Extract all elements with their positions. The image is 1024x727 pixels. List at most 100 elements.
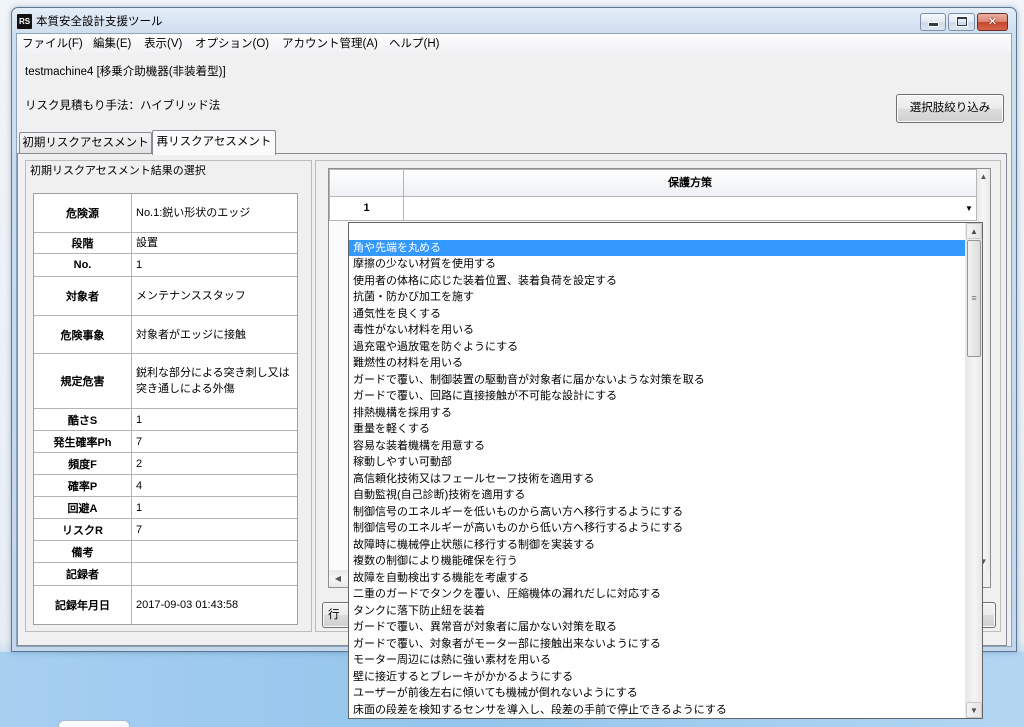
initial-assessment-title: 初期リスクアセスメント結果の選択 xyxy=(30,165,206,177)
dropdown-option[interactable]: 稼動しやすい可動部 xyxy=(349,454,965,471)
dropdown-option[interactable]: 高信頼化技術又はフェールセーフ技術を適用する xyxy=(349,471,965,488)
risk-field-value: 対象者がエッジに接触 xyxy=(136,328,246,341)
dropdown-option[interactable]: 故障を自動検出する機能を考慮する xyxy=(349,570,965,587)
dropdown-option[interactable]: 過充電や過放電を防ぐようにする xyxy=(349,339,965,356)
dropdown-option[interactable]: ガードで覆い、制御装置の駆動音が対象者に届かないような対策を取る xyxy=(349,372,965,389)
risk-field-label: 確率P xyxy=(34,475,132,496)
risk-table-row: 酷さS 1 xyxy=(34,409,297,431)
risk-field-label: 頻度F xyxy=(34,453,132,474)
window-title: 本質安全設計支援ツール xyxy=(36,16,163,28)
scroll-down-arrow-icon[interactable]: ▼ xyxy=(966,702,982,718)
dropdown-option[interactable]: 抗菌・防かび加工を施す xyxy=(349,289,965,306)
grid-row-header[interactable]: 1 xyxy=(329,196,404,221)
menu-bar: ファイル(F) 編集(E) 表示(V) オプション(O) アカウント管理(A) … xyxy=(17,34,1011,53)
risk-field-value: 1 xyxy=(136,501,143,514)
scroll-up-arrow-icon[interactable]: ▲ xyxy=(966,223,982,239)
minimize-icon xyxy=(929,23,938,26)
app-logo-icon: RS xyxy=(17,14,32,29)
menu-options[interactable]: オプション(O) xyxy=(195,37,269,51)
risk-field-value: 2 xyxy=(136,457,143,470)
risk-field-value: No.1:鋭い形状のエッジ xyxy=(136,207,251,219)
initial-assessment-panel: 初期リスクアセスメント結果の選択 危険源 No.1:鋭い形状のエッジ 段階 設置 No.… xyxy=(25,160,312,632)
risk-field-value xyxy=(132,563,297,585)
risk-table-row: 記録年月日 2017-09-03 01:43:58 xyxy=(34,586,297,624)
dropdown-option[interactable]: 二重のガードでタンクを覆い、圧縮機体の漏れだしに対応する xyxy=(349,586,965,603)
dropdown-option[interactable]: 自動監視(自己診断)技術を適用する xyxy=(349,487,965,504)
dropdown-option[interactable]: 床面の段差を検知するセンサを導入し、段差の手前で停止できるようにする xyxy=(349,702,965,719)
machine-label: testmachine4 [移乗介助機器(非装着型)] xyxy=(25,66,226,78)
dropdown-option[interactable]: ガードで覆い、回路に直接接触が不可能な設計にする xyxy=(349,388,965,405)
risk-field-label: 危険事象 xyxy=(34,316,132,353)
risk-table-row: 確率P 4 xyxy=(34,475,297,497)
risk-table-row: 対象者 メンテナンススタッフ xyxy=(34,277,297,316)
risk-table-row: 発生確率Ph 7 xyxy=(34,431,297,453)
dropdown-scrollbar[interactable]: ▲ ≡ ▼ xyxy=(965,223,982,718)
risk-field-value: 1 xyxy=(136,259,143,271)
dropdown-option[interactable]: 故障時に機械停止状態に移行する制御を実装する xyxy=(349,537,965,554)
menu-view[interactable]: 表示(V) xyxy=(144,37,182,51)
close-icon: ✕ xyxy=(987,16,998,28)
dropdown-option[interactable]: 使用者の体格に応じた装着位置、装着負荷を設定する xyxy=(349,273,965,290)
risk-details-table: 危険源 No.1:鋭い形状のエッジ 段階 設置 No. 1 対象者 メンテナンススタッフ 危険事… xyxy=(33,193,298,625)
risk-field-label: 対象者 xyxy=(34,277,132,315)
tab-initial-assessment[interactable]: 初期リスクアセスメント xyxy=(19,132,152,154)
risk-field-label: 酷さS xyxy=(34,409,132,430)
grid-column-header[interactable]: 保護方策 xyxy=(403,169,977,197)
risk-field-value: 7 xyxy=(136,435,143,448)
risk-table-row: 危険事象 対象者がエッジに接触 xyxy=(34,316,297,354)
dropdown-option[interactable]: ガードで覆い、異常音が対象者に届かない対策を取る xyxy=(349,619,965,636)
dropdown-option[interactable]: 容易な装着機構を用意する xyxy=(349,438,965,455)
dropdown-option[interactable]: 角や先端を丸める xyxy=(349,239,965,256)
dropdown-option[interactable]: 排熱機構を採用する xyxy=(349,405,965,422)
menu-edit[interactable]: 編集(E) xyxy=(93,37,131,51)
risk-table-row: 記録者 xyxy=(34,563,297,586)
chevron-down-icon[interactable]: ▼ xyxy=(962,200,976,217)
risk-field-label: No. xyxy=(34,254,132,276)
measure-dropdown-list[interactable]: 角や先端を丸める 摩擦の少ない材質を使用する 使用者の体格に応じた装着位置、装着負荷… xyxy=(348,222,983,719)
menu-file[interactable]: ファイル(F) xyxy=(22,37,83,51)
dropdown-option[interactable]: 重量を軽くする xyxy=(349,421,965,438)
dropdown-option[interactable]: タンクに落下防止紐を装着 xyxy=(349,603,965,620)
risk-field-value: 1 xyxy=(136,413,143,426)
dropdown-option[interactable]: 複数の制御により機能確保を行う xyxy=(349,553,965,570)
dropdown-option[interactable]: 制御信号のエネルギーを低いものから高い方へ移行するようにする xyxy=(349,504,965,521)
dropdown-option[interactable]: 毒性がない材料を用いる xyxy=(349,322,965,339)
risk-field-label: 規定危害 xyxy=(34,354,132,408)
risk-field-label: 記録者 xyxy=(34,563,132,585)
dropdown-option-empty[interactable] xyxy=(349,223,965,240)
scroll-left-arrow-icon[interactable]: ◀ xyxy=(331,570,345,587)
measure-combobox[interactable]: ▼ xyxy=(403,196,977,221)
scroll-up-arrow-icon[interactable]: ▲ xyxy=(977,169,990,185)
dropdown-option[interactable]: 難燃性の材料を用いる xyxy=(349,355,965,372)
menu-account[interactable]: アカウント管理(A) xyxy=(282,37,378,51)
dropdown-option[interactable]: ガードで覆い、対象者がモーター部に接触出来ないようにする xyxy=(349,636,965,653)
dropdown-option[interactable]: 壁に接近するとブレーキがかかるようにする xyxy=(349,669,965,686)
dropdown-option[interactable]: 摩擦の少ない材質を使用する xyxy=(349,256,965,273)
menu-help[interactable]: ヘルプ(H) xyxy=(389,37,439,51)
risk-field-value xyxy=(132,541,297,562)
risk-table-row: 回避A 1 xyxy=(34,497,297,519)
risk-field-value: 鋭利な部分による突き刺し又は突き通しによる外傷 xyxy=(136,367,290,395)
grid-corner-header xyxy=(329,169,404,197)
maximize-button[interactable] xyxy=(948,13,975,31)
dropdown-option[interactable]: ユーザーが前後左右に傾いても機械が倒れないようにする xyxy=(349,685,965,702)
tab-reassessment[interactable]: 再リスクアセスメント xyxy=(152,130,276,155)
dropdown-option[interactable]: 通気性を良くする xyxy=(349,306,965,323)
minimize-button[interactable] xyxy=(920,13,946,31)
risk-field-value: メンテナンススタッフ xyxy=(136,290,246,302)
close-button[interactable]: ✕ xyxy=(977,13,1008,31)
risk-table-row: 危険源 No.1:鋭い形状のエッジ xyxy=(34,194,297,233)
taskbar-button[interactable] xyxy=(58,720,130,727)
dropdown-option[interactable]: モーター周辺には熱に強い素材を用いる xyxy=(349,652,965,669)
dropdown-option[interactable]: 制御信号のエネルギーが高いものから低い方へ移行するようにする xyxy=(349,520,965,537)
risk-table-row: No. 1 xyxy=(34,254,297,277)
risk-field-label: 危険源 xyxy=(34,194,132,232)
filter-options-button[interactable]: 選択肢絞り込み xyxy=(896,94,1004,123)
risk-field-value: 4 xyxy=(136,479,143,492)
risk-table-row: 備考 xyxy=(34,541,297,563)
dropdown-scroll-thumb[interactable]: ≡ xyxy=(967,240,981,357)
risk-field-value: 7 xyxy=(136,523,143,536)
risk-field-label: リスクR xyxy=(34,519,132,540)
risk-field-label: 発生確率Ph xyxy=(34,431,132,452)
risk-field-label: 記録年月日 xyxy=(34,586,132,624)
